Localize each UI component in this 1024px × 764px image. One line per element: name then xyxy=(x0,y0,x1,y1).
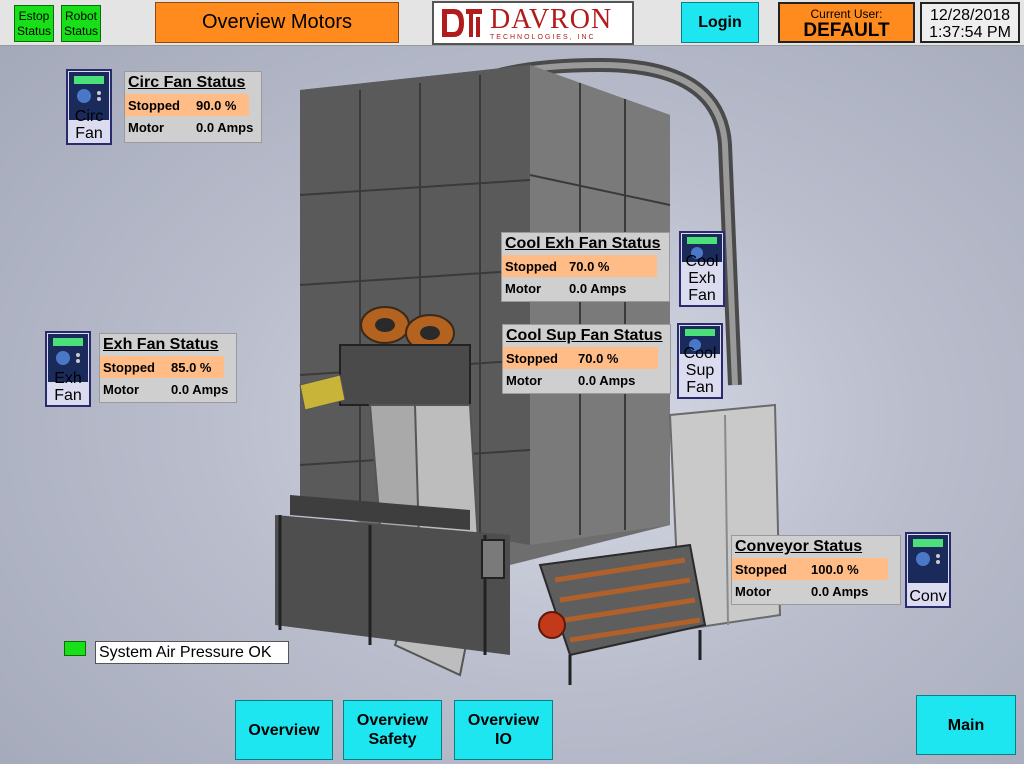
vfd-drive-icon xyxy=(908,535,948,583)
cool-sup-fan-motor-label: Motor xyxy=(506,372,543,388)
exh-fan-state: Stopped xyxy=(103,359,155,375)
air-pressure-label: System Air Pressure OK xyxy=(95,641,289,664)
circ-fan-drive-button[interactable]: Circ Fan xyxy=(66,69,112,145)
overview-button[interactable]: Overview xyxy=(235,700,333,760)
time-display: 1:37:54 PM xyxy=(929,24,1011,41)
conveyor-state-row: Stopped 100.0 % xyxy=(732,558,888,580)
exh-fan-icon-label: Exh Fan xyxy=(54,370,82,404)
air-pressure-indicator xyxy=(64,641,86,656)
circ-fan-status-title: Circ Fan Status xyxy=(128,74,246,91)
conveyor-state: Stopped xyxy=(735,561,787,577)
conveyor-icon-label: Conv xyxy=(909,588,947,605)
estop-status-button[interactable]: Estop Status xyxy=(14,5,54,42)
conveyor-status-panel: Conveyor Status Stopped 100.0 % Motor 0.… xyxy=(731,535,901,605)
conveyor-status-title: Conveyor Status xyxy=(735,538,863,555)
conveyor-drive-button[interactable]: Conv xyxy=(905,532,951,608)
cool-sup-fan-icon-label: Cool Sup Fan xyxy=(683,345,717,396)
circ-fan-motor-label: Motor xyxy=(128,119,165,135)
cool-exh-fan-motor-label: Motor xyxy=(505,280,542,296)
exh-fan-status-panel: Exh Fan Status Stopped 85.0 % Motor 0.0 … xyxy=(99,333,237,403)
cool-sup-fan-speed: 70.0 % xyxy=(578,350,619,366)
cool-exh-fan-state-row: Stopped 70.0 % xyxy=(502,255,657,277)
current-user-name: DEFAULT xyxy=(803,20,890,41)
exh-fan-status-title: Exh Fan Status xyxy=(103,336,219,353)
cool-exh-fan-drive-button[interactable]: Cool Exh Fan xyxy=(679,231,725,307)
login-button[interactable]: Login xyxy=(681,2,759,43)
exh-fan-drive-button[interactable]: Exh Fan xyxy=(45,331,91,407)
cool-exh-fan-amps: 0.0 Amps xyxy=(569,280,627,296)
conveyor-speed: 100.0 % xyxy=(811,561,859,577)
circ-fan-status-panel: Circ Fan Status Stopped 90.0 % Motor 0.0… xyxy=(124,71,262,143)
logo-subtitle: TECHNOLOGIES, INC xyxy=(490,33,596,41)
cool-sup-fan-status-panel: Cool Sup Fan Status Stopped 70.0 % Motor… xyxy=(502,324,671,394)
datetime-display: 12/28/2018 1:37:54 PM xyxy=(920,2,1020,43)
conveyor-motor-label: Motor xyxy=(735,583,772,599)
circ-fan-speed: 90.0 % xyxy=(196,97,237,113)
exh-fan-motor-row: Motor 0.0 Amps xyxy=(100,378,236,400)
cool-sup-fan-drive-button[interactable]: Cool Sup Fan xyxy=(677,323,723,399)
exh-fan-speed: 85.0 % xyxy=(171,359,212,375)
exh-fan-state-row: Stopped 85.0 % xyxy=(100,356,224,378)
current-user-box: Current User: DEFAULT xyxy=(778,2,915,43)
overview-safety-button[interactable]: Overview Safety xyxy=(343,700,442,760)
cool-exh-fan-motor-row: Motor 0.0 Amps xyxy=(502,277,669,299)
circ-fan-motor-row: Motor 0.0 Amps xyxy=(125,116,261,138)
cool-exh-fan-icon-label: Cool Exh Fan xyxy=(685,253,719,304)
date-display: 12/28/2018 xyxy=(929,7,1011,24)
cool-sup-fan-status-title: Cool Sup Fan Status xyxy=(506,327,663,344)
cool-exh-fan-status-panel: Cool Exh Fan Status Stopped 70.0 % Motor… xyxy=(501,232,670,302)
davron-logo-icon xyxy=(442,9,482,37)
top-bar: Estop Status Robot Status Overview Motor… xyxy=(0,0,1024,46)
cool-exh-fan-status-title: Cool Exh Fan Status xyxy=(505,235,661,252)
circ-fan-icon-label: Circ Fan xyxy=(74,108,104,142)
cool-sup-fan-state-row: Stopped 70.0 % xyxy=(503,347,658,369)
cool-exh-fan-state: Stopped xyxy=(505,258,557,274)
conveyor-amps: 0.0 Amps xyxy=(811,583,869,599)
davron-logo: DAVRON TECHNOLOGIES, INC xyxy=(432,1,634,45)
cool-sup-fan-state: Stopped xyxy=(506,350,558,366)
page-title: Overview Motors xyxy=(155,2,399,43)
main-button[interactable]: Main xyxy=(916,695,1016,755)
cool-exh-fan-speed: 70.0 % xyxy=(569,258,610,274)
circ-fan-state-row: Stopped 90.0 % xyxy=(125,94,249,116)
current-user-label: Current User: xyxy=(810,7,883,21)
exh-fan-motor-label: Motor xyxy=(103,381,140,397)
conveyor-motor-row: Motor 0.0 Amps xyxy=(732,580,900,602)
exh-fan-amps: 0.0 Amps xyxy=(171,381,229,397)
cool-sup-fan-amps: 0.0 Amps xyxy=(578,372,636,388)
logo-wordmark: DAVRON xyxy=(490,3,613,35)
circ-fan-amps: 0.0 Amps xyxy=(196,119,254,135)
overview-io-button[interactable]: Overview IO xyxy=(454,700,553,760)
robot-status-button[interactable]: Robot Status xyxy=(61,5,101,42)
cool-sup-fan-motor-row: Motor 0.0 Amps xyxy=(503,369,670,391)
circ-fan-state: Stopped xyxy=(128,97,180,113)
